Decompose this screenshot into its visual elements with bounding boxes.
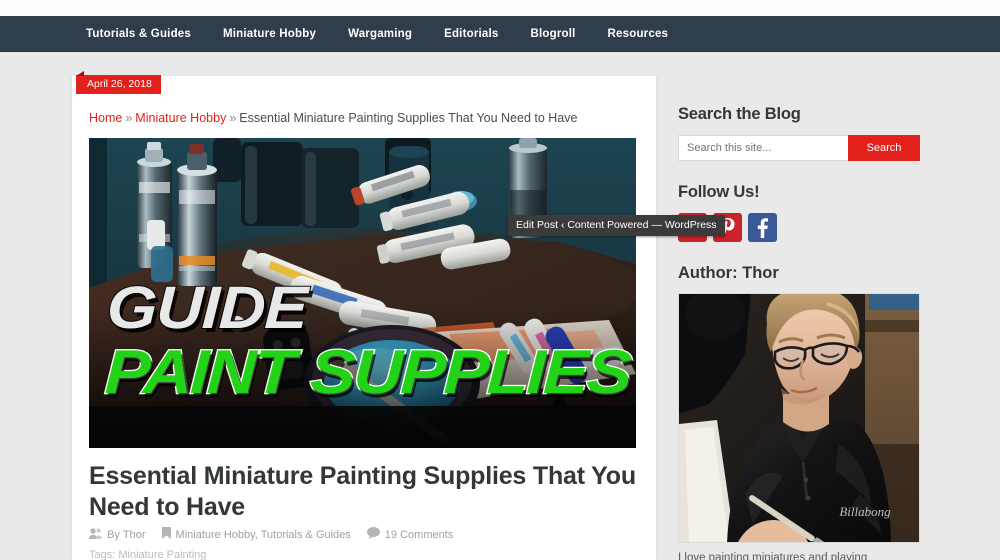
- nav-item-editorials[interactable]: Editorials: [428, 28, 514, 40]
- featured-image-overlay: GUIDE PAINT SUPPLIES: [89, 138, 636, 448]
- author-photo-image: Billabong: [679, 294, 919, 542]
- post-meta-author-link[interactable]: Thor: [123, 529, 146, 541]
- users-icon: [89, 527, 102, 542]
- post-meta: By Thor Miniature Hobby, Tutorials & Gui…: [89, 527, 637, 542]
- post-meta-comments-link[interactable]: 19 Comments: [385, 529, 453, 541]
- breadcrumb-current: Essential Miniature Painting Supplies Th…: [239, 111, 578, 125]
- search-button[interactable]: Search: [848, 135, 920, 161]
- breadcrumb-separator-1: »: [125, 111, 133, 125]
- nav-item-blogroll[interactable]: Blogroll: [514, 28, 591, 40]
- post-meta-categories: Miniature Hobby, Tutorials & Guides: [161, 527, 351, 542]
- nav-item-miniature-hobby[interactable]: Miniature Hobby: [207, 28, 332, 40]
- comment-icon: [366, 527, 380, 542]
- browser-status-tooltip: Edit Post ‹ Content Powered — WordPress: [508, 215, 725, 236]
- author-bio: I love painting miniatures and playing: [678, 552, 868, 560]
- nav-item-wargaming[interactable]: Wargaming: [332, 28, 428, 40]
- search-input[interactable]: [678, 135, 848, 161]
- breadcrumb-category[interactable]: Miniature Hobby: [135, 111, 226, 125]
- search-form: Search: [678, 135, 920, 161]
- svg-text:Billabong: Billabong: [839, 504, 891, 519]
- breadcrumb-separator-2: »: [229, 111, 237, 125]
- nav-item-resources[interactable]: Resources: [592, 28, 685, 40]
- facebook-icon[interactable]: [748, 213, 777, 242]
- post-tags: Tags: Miniature Painting: [89, 549, 637, 560]
- post-meta-author: By Thor: [89, 527, 146, 542]
- post-meta-categories-link[interactable]: Miniature Hobby, Tutorials & Guides: [176, 529, 351, 541]
- post-date-badge: April 26, 2018: [76, 71, 161, 94]
- sidebar: Search the Blog Search Follow Us! Author…: [678, 105, 922, 560]
- follow-heading: Follow Us!: [678, 183, 760, 201]
- featured-image[interactable]: GUIDE PAINT SUPPLIES: [89, 138, 636, 448]
- overlay-title-guide: GUIDE: [105, 273, 309, 342]
- breadcrumb: Home» Miniature Hobby» Essential Miniature…: [89, 111, 649, 125]
- author-heading: Author: Thor: [678, 264, 779, 282]
- post-tag-link[interactable]: Miniature Painting: [118, 549, 206, 560]
- author-photo: Billabong: [678, 293, 920, 543]
- post-meta-author-prefix: By: [107, 528, 120, 541]
- bookmark-icon: [161, 527, 171, 542]
- browser-top-strip: [0, 0, 1000, 16]
- post-meta-comments: 19 Comments: [366, 527, 453, 542]
- post-title: Essential Miniature Painting Supplies Th…: [89, 462, 636, 521]
- overlay-title-paint-supplies: PAINT SUPPLIES: [102, 337, 632, 409]
- main-navigation: Tutorials & Guides Miniature Hobby Warga…: [0, 16, 1000, 52]
- page-root: Tutorials & Guides Miniature Hobby Warga…: [0, 0, 1000, 560]
- post-tags-label: Tags:: [89, 549, 116, 560]
- search-heading: Search the Blog: [678, 105, 801, 123]
- nav-item-tutorials-guides[interactable]: Tutorials & Guides: [70, 28, 207, 40]
- breadcrumb-home[interactable]: Home: [89, 111, 122, 125]
